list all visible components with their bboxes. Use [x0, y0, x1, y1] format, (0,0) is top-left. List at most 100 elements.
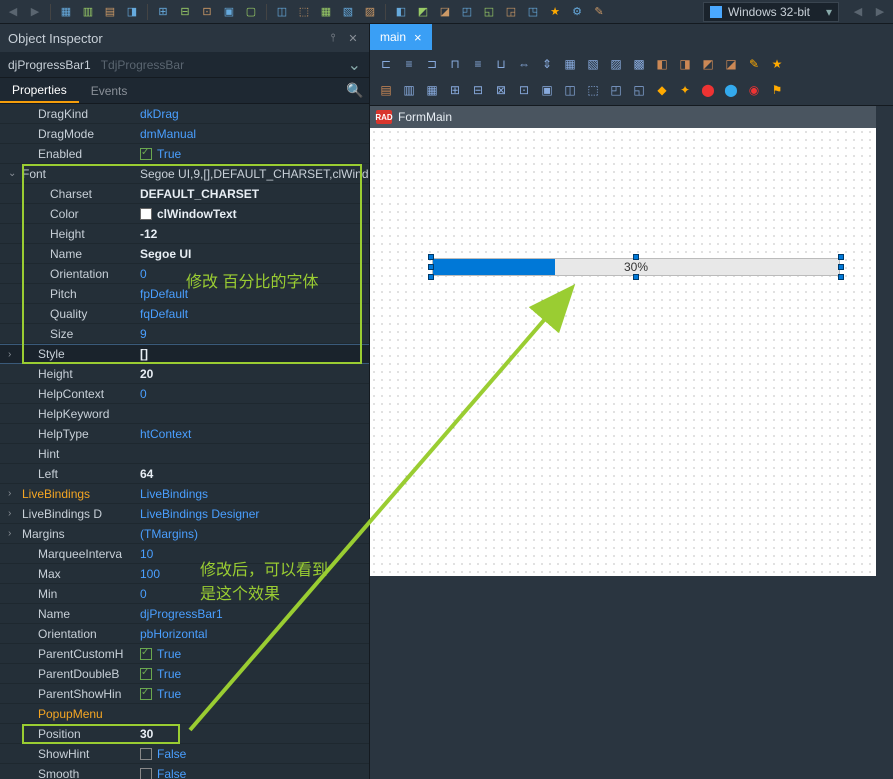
- tab-properties[interactable]: Properties: [0, 78, 79, 103]
- form-client[interactable]: 30%: [370, 128, 876, 576]
- toolbar-icon[interactable]: ✎: [590, 3, 608, 21]
- resize-handle[interactable]: [633, 254, 639, 260]
- toolbar-icon[interactable]: ◫: [273, 3, 291, 21]
- prop-row[interactable]: HelpContext0: [0, 384, 369, 404]
- toolbar-icon[interactable]: ▧: [583, 54, 603, 74]
- toolbar-icon[interactable]: ⚑: [767, 80, 787, 100]
- toolbar-icon[interactable]: ▢: [242, 3, 260, 21]
- prop-row-style[interactable]: ›Style[]: [0, 344, 369, 364]
- prop-row[interactable]: Orientation0: [0, 264, 369, 284]
- toolbar-icon[interactable]: ◫: [560, 80, 580, 100]
- prop-row[interactable]: HelpKeyword: [0, 404, 369, 424]
- prop-row[interactable]: DragKinddkDrag: [0, 104, 369, 124]
- close-icon[interactable]: ✕: [345, 30, 361, 46]
- space-v-icon[interactable]: ⇕: [537, 54, 557, 74]
- toolbar-icon[interactable]: ★: [546, 3, 564, 21]
- toolbar-icon[interactable]: ◪: [721, 54, 741, 74]
- prop-row[interactable]: ParentShowHinTrue: [0, 684, 369, 704]
- toolbar-icon[interactable]: ▦: [317, 3, 335, 21]
- tab-events[interactable]: Events: [79, 78, 140, 103]
- align-top-icon[interactable]: ⊓: [445, 54, 465, 74]
- align-center-icon[interactable]: ≡: [399, 54, 419, 74]
- checkbox-icon[interactable]: [140, 668, 152, 680]
- resize-handle[interactable]: [838, 274, 844, 280]
- prop-row[interactable]: ShowHintFalse: [0, 744, 369, 764]
- toolbar-icon[interactable]: ◰: [606, 80, 626, 100]
- toolbar-icon[interactable]: ⊞: [445, 80, 465, 100]
- toolbar-icon[interactable]: ▨: [606, 54, 626, 74]
- resize-handle[interactable]: [633, 274, 639, 280]
- resize-handle[interactable]: [838, 254, 844, 260]
- prop-row-position[interactable]: Position30: [0, 724, 369, 744]
- toolbar-icon[interactable]: ✎: [744, 54, 764, 74]
- toolbar-icon[interactable]: ◉: [744, 80, 764, 100]
- toolbar-icon[interactable]: ⬚: [295, 3, 313, 21]
- toolbar-icon[interactable]: ◨: [675, 54, 695, 74]
- prop-row[interactable]: ›Margins(TMargins): [0, 524, 369, 544]
- toolbar-icon[interactable]: ◩: [698, 54, 718, 74]
- align-left-icon[interactable]: ⊏: [376, 54, 396, 74]
- toolbar-icon[interactable]: ⊟: [176, 3, 194, 21]
- toolbar-icon[interactable]: ◧: [652, 54, 672, 74]
- nav-fwd2-icon[interactable]: ▶: [871, 3, 889, 21]
- toolbar-icon[interactable]: ▩: [629, 54, 649, 74]
- search-icon[interactable]: 🔍: [341, 78, 369, 103]
- toolbar-icon[interactable]: ◲: [502, 3, 520, 21]
- platform-selector[interactable]: Windows 32-bit: [703, 2, 839, 22]
- toolbar-icon[interactable]: ◱: [480, 3, 498, 21]
- prop-row[interactable]: NamedjProgressBar1: [0, 604, 369, 624]
- design-surface[interactable]: RAD FormMain 30%: [370, 106, 893, 779]
- toolbar-icon[interactable]: ⬤: [698, 80, 718, 100]
- nav-back2-icon[interactable]: ◀: [849, 3, 867, 21]
- prop-row[interactable]: OrientationpbHorizontal: [0, 624, 369, 644]
- toolbar-icon[interactable]: ◳: [524, 3, 542, 21]
- toolbar-icon[interactable]: ▣: [220, 3, 238, 21]
- toolbar-icon[interactable]: ▧: [339, 3, 357, 21]
- prop-row[interactable]: ColorclWindowText: [0, 204, 369, 224]
- checkbox-icon[interactable]: [140, 148, 152, 160]
- close-tab-icon[interactable]: ×: [414, 30, 422, 45]
- prop-row[interactable]: ›LiveBindings DLiveBindings Designer: [0, 504, 369, 524]
- prop-row[interactable]: ParentCustomHTrue: [0, 644, 369, 664]
- resize-handle[interactable]: [428, 274, 434, 280]
- prop-row[interactable]: ParentDoubleBTrue: [0, 664, 369, 684]
- prop-row[interactable]: PopupMenu: [0, 704, 369, 724]
- component-selector[interactable]: djProgressBar1 TdjProgressBar: [0, 52, 369, 78]
- toolbar-icon[interactable]: ▦: [57, 3, 75, 21]
- prop-row[interactable]: EnabledTrue: [0, 144, 369, 164]
- align-bottom-icon[interactable]: ⊔: [491, 54, 511, 74]
- resize-handle[interactable]: [838, 264, 844, 270]
- prop-row[interactable]: MarqueeInterva10: [0, 544, 369, 564]
- toolbar-icon[interactable]: ◨: [123, 3, 141, 21]
- form-window[interactable]: RAD FormMain 30%: [370, 106, 876, 576]
- space-h-icon[interactable]: ⇔: [514, 54, 534, 74]
- toolbar-icon[interactable]: ▤: [376, 80, 396, 100]
- prop-row[interactable]: NameSegoe UI: [0, 244, 369, 264]
- toolbar-icon[interactable]: ▨: [361, 3, 379, 21]
- prop-row[interactable]: ›LiveBindingsLiveBindings: [0, 484, 369, 504]
- prop-row[interactable]: DragModedmManual: [0, 124, 369, 144]
- prop-row[interactable]: Size9: [0, 324, 369, 344]
- toolbar-icon[interactable]: ◰: [458, 3, 476, 21]
- checkbox-icon[interactable]: [140, 648, 152, 660]
- toolbar-icon[interactable]: ★: [767, 54, 787, 74]
- toolbar-icon[interactable]: ▥: [79, 3, 97, 21]
- prop-row[interactable]: Left64: [0, 464, 369, 484]
- toolbar-icon[interactable]: ▤: [101, 3, 119, 21]
- toolbar-icon[interactable]: ⬤: [721, 80, 741, 100]
- prop-row[interactable]: Hint: [0, 444, 369, 464]
- toolbar-icon[interactable]: ◧: [392, 3, 410, 21]
- resize-handle[interactable]: [428, 254, 434, 260]
- toolbar-icon[interactable]: ◱: [629, 80, 649, 100]
- toolbar-icon[interactable]: ⊡: [514, 80, 534, 100]
- toolbar-icon[interactable]: ▥: [399, 80, 419, 100]
- toolbar-icon[interactable]: ⊟: [468, 80, 488, 100]
- align-right-icon[interactable]: ⊐: [422, 54, 442, 74]
- toolbar-icon[interactable]: ▦: [422, 80, 442, 100]
- align-middle-icon[interactable]: ≡: [468, 54, 488, 74]
- file-tab-main[interactable]: main ×: [370, 24, 432, 50]
- toolbar-icon[interactable]: ⚙: [568, 3, 586, 21]
- prop-row[interactable]: Min0: [0, 584, 369, 604]
- toolbar-icon[interactable]: ◪: [436, 3, 454, 21]
- nav-fwd-icon[interactable]: ▶: [26, 3, 44, 21]
